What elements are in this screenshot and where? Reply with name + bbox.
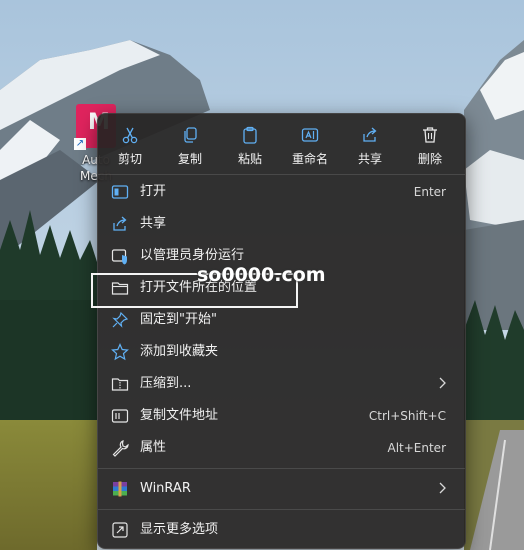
menu-item-label: 固定到"开始" <box>140 312 217 327</box>
menu-item-show-more-options[interactable]: 显示更多选项 <box>102 514 461 546</box>
rename-button[interactable]: 重命名 <box>280 122 340 168</box>
menu-divider <box>98 174 465 175</box>
copy-icon <box>184 127 197 143</box>
menu-item-label: 属性 <box>140 440 167 455</box>
admin-shield-icon <box>111 249 127 265</box>
menu-item-label: 添加到收藏夹 <box>140 344 219 359</box>
winrar-icon <box>113 481 127 497</box>
copy-path-icon <box>111 409 129 423</box>
menu-item-pin-to-start[interactable]: 固定到"开始" <box>102 304 461 336</box>
menu-item-label: 复制文件地址 <box>140 408 219 423</box>
shortcut-text: Ctrl+Shift+C <box>368 409 446 423</box>
delete-button[interactable]: 删除 <box>400 122 460 168</box>
rename-icon <box>301 128 319 142</box>
menu-item-label: 共享 <box>140 216 167 231</box>
star-icon <box>111 343 129 361</box>
context-menu-toolbar: 剪切 复制 粘贴 重命名 共享 删除 <box>98 114 465 172</box>
open-app-icon <box>111 185 129 199</box>
menu-item-share[interactable]: 共享 <box>102 208 461 240</box>
cut-button[interactable]: 剪切 <box>100 122 160 168</box>
chevron-right-icon <box>439 377 446 389</box>
paste-icon <box>243 126 257 144</box>
wrench-icon <box>112 440 129 457</box>
menu-item-compress-to[interactable]: 压缩到... <box>102 368 461 400</box>
share-toolbar-button[interactable]: 共享 <box>340 122 400 168</box>
paste-label: 粘贴 <box>237 152 262 166</box>
menu-item-open[interactable]: 打开 Enter <box>102 176 461 208</box>
share-label: 共享 <box>357 152 382 166</box>
share-icon <box>113 216 127 231</box>
context-menu: 剪切 复制 粘贴 重命名 共享 删除 打开 Enter 共享 以管理员身份运行 … <box>97 113 466 549</box>
copy-label: 复制 <box>177 152 202 166</box>
shortcut-text: Enter <box>413 185 446 199</box>
rename-label: 重命名 <box>291 152 328 166</box>
scissors-icon <box>122 127 138 144</box>
copy-button[interactable]: 复制 <box>160 122 220 168</box>
share-icon <box>363 127 377 142</box>
more-options-icon <box>112 522 128 538</box>
paste-button[interactable]: 粘贴 <box>220 122 280 168</box>
menu-item-label: WinRAR <box>140 481 191 496</box>
shortcut-text: Alt+Enter <box>387 441 446 455</box>
menu-divider <box>98 468 465 469</box>
pin-icon <box>112 311 129 328</box>
menu-item-properties[interactable]: 属性 Alt+Enter <box>102 432 461 464</box>
menu-item-label: 以管理员身份运行 <box>140 248 245 263</box>
zip-folder-icon <box>111 378 129 391</box>
delete-icon <box>423 127 437 143</box>
chevron-right-icon <box>439 482 446 494</box>
watermark-text: so0000.com <box>197 264 326 286</box>
shortcut-arrow-icon: ↗ <box>74 138 86 150</box>
menu-item-label: 显示更多选项 <box>140 522 219 537</box>
menu-item-label: 打开 <box>140 184 167 199</box>
menu-item-copy-path[interactable]: 复制文件地址 Ctrl+Shift+C <box>102 400 461 432</box>
menu-item-winrar[interactable]: WinRAR <box>102 473 461 505</box>
menu-item-label: 压缩到... <box>140 376 192 391</box>
menu-item-add-to-favorites[interactable]: 添加到收藏夹 <box>102 336 461 368</box>
delete-label: 删除 <box>417 152 442 166</box>
menu-divider <box>98 509 465 510</box>
cut-label: 剪切 <box>117 152 142 166</box>
